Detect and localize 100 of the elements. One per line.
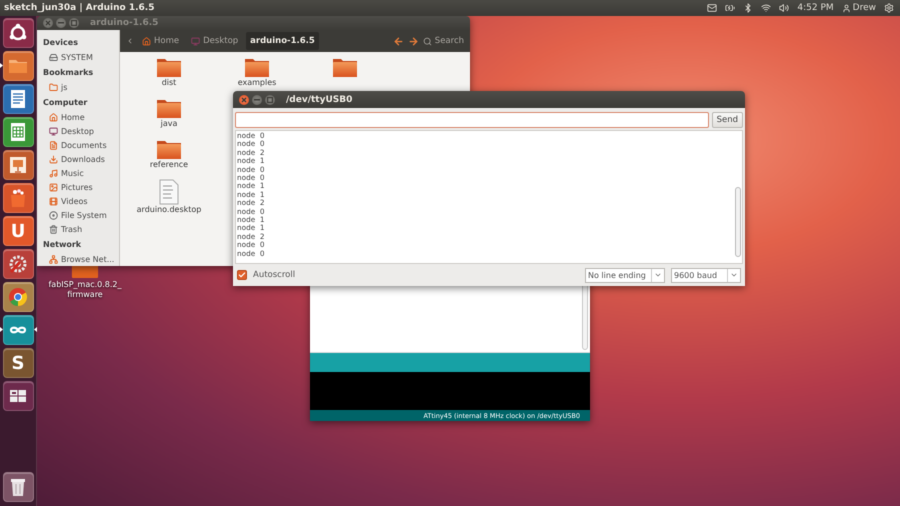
launcher-button[interactable] xyxy=(2,150,34,180)
folder-icon xyxy=(156,56,182,78)
launcher-button[interactable] xyxy=(2,315,34,345)
message-input[interactable] xyxy=(235,112,709,128)
sidebar-heading: Computer xyxy=(43,96,88,109)
home-icon xyxy=(49,112,58,122)
line-ending-dropdown[interactable]: No line ending xyxy=(585,268,665,282)
sidebar-item[interactable]: Documents xyxy=(43,138,119,152)
forward-arrow-icon[interactable] xyxy=(408,36,419,46)
sidebar-heading: Network xyxy=(43,238,82,250)
text-file-icon xyxy=(159,179,179,205)
sidebar-heading: Devices xyxy=(43,36,79,48)
send-button[interactable]: Send xyxy=(712,112,743,128)
desktop-icon-label[interactable]: fabISP_mac.0.8.2_ firmware xyxy=(45,280,125,300)
maximize-button[interactable] xyxy=(265,94,275,104)
sidebar-item[interactable]: Browse Net... xyxy=(43,252,119,266)
clock[interactable]: 4:52 PM xyxy=(797,3,834,13)
minimize-button[interactable] xyxy=(56,18,66,28)
scrollbar-thumb[interactable] xyxy=(735,187,741,257)
close-button[interactable] xyxy=(239,94,249,104)
folder-icon xyxy=(49,82,58,92)
battery-icon[interactable] xyxy=(725,3,736,13)
film-icon xyxy=(49,196,58,206)
close-icon xyxy=(241,96,247,102)
square-icon xyxy=(267,96,273,102)
download-icon xyxy=(49,154,58,164)
window-title: arduino-1.6.5 xyxy=(90,18,158,28)
sidebar-item[interactable]: Trash xyxy=(43,222,119,236)
caret-icon xyxy=(730,271,738,279)
launcher-button[interactable] xyxy=(2,249,34,279)
launcher-button[interactable] xyxy=(2,381,34,411)
sidebar-item[interactable]: Downloads xyxy=(43,152,119,166)
bluetooth-icon[interactable] xyxy=(743,3,754,13)
sidebar-item[interactable]: Music xyxy=(43,166,119,180)
folder-icon xyxy=(69,266,101,278)
window-title: /dev/ttyUSB0 xyxy=(286,94,352,104)
launcher-button[interactable] xyxy=(2,84,34,114)
sidebar-item[interactable]: js xyxy=(43,80,119,94)
sidebar-item[interactable]: Videos xyxy=(43,194,119,208)
mail-icon[interactable] xyxy=(707,3,718,13)
baud-rate-dropdown[interactable]: 9600 baud xyxy=(671,268,741,282)
file-name[interactable]: java xyxy=(160,119,178,128)
file-name[interactable]: reference xyxy=(150,160,188,169)
path-button[interactable]: Desktop xyxy=(187,32,242,50)
autoscroll-checkbox[interactable] xyxy=(237,270,247,280)
drive-icon xyxy=(49,52,58,62)
folder-icon xyxy=(244,56,270,78)
minimize-button[interactable] xyxy=(252,94,262,104)
user-icon[interactable] xyxy=(842,4,851,12)
launcher-button[interactable] xyxy=(2,282,34,312)
launcher-button[interactable] xyxy=(2,18,34,48)
disc-icon xyxy=(49,210,58,220)
checkbox-label: Autoscroll xyxy=(253,270,296,280)
search-button[interactable]: Search xyxy=(422,36,464,46)
document-icon xyxy=(49,140,58,150)
image-icon xyxy=(49,182,58,192)
check-icon xyxy=(238,271,246,279)
folder-icon xyxy=(332,56,358,78)
window-title: sketch_jun30a | Arduino 1.6.5 xyxy=(4,3,154,13)
monitor-icon xyxy=(191,36,200,46)
user-name[interactable]: Drew xyxy=(852,3,876,13)
sidebar-item[interactable]: File System xyxy=(43,208,119,222)
minus-icon xyxy=(58,22,64,24)
monitor-icon xyxy=(49,126,58,136)
file-name[interactable]: arduino.desktop xyxy=(136,205,202,214)
launcher-button[interactable] xyxy=(2,117,34,147)
maximize-button[interactable] xyxy=(69,18,79,28)
music-icon xyxy=(49,168,58,178)
sidebar-heading: Bookmarks xyxy=(43,66,94,78)
close-button[interactable] xyxy=(43,18,53,28)
launcher-button[interactable]: U xyxy=(2,216,34,246)
sidebar-item[interactable]: Desktop xyxy=(43,124,119,138)
search-icon xyxy=(422,36,432,46)
launcher-button[interactable] xyxy=(2,472,34,502)
trash-icon xyxy=(49,224,58,234)
file-name[interactable]: examples xyxy=(238,78,276,87)
home-icon xyxy=(142,36,151,46)
launcher-button[interactable]: S xyxy=(2,348,34,378)
sidebar-item[interactable]: Home xyxy=(43,110,119,124)
back-arrow-icon[interactable] xyxy=(392,36,404,46)
gear-icon xyxy=(7,253,29,275)
sidebar-item[interactable]: SYSTEM xyxy=(43,50,119,64)
folder-icon xyxy=(156,97,182,119)
sidebar-item[interactable]: Pictures xyxy=(43,180,119,194)
path-button[interactable]: Home xyxy=(138,32,184,50)
network-icon xyxy=(49,254,58,264)
presentation-icon xyxy=(7,154,29,176)
minus-icon xyxy=(254,98,260,100)
file-name[interactable]: dist xyxy=(162,78,176,87)
launcher-button[interactable] xyxy=(2,51,34,81)
path-button[interactable]: arduino-1.6.5 xyxy=(246,32,319,50)
square-icon xyxy=(71,20,77,26)
chevron-left-icon[interactable] xyxy=(126,37,134,45)
volume-icon[interactable] xyxy=(779,3,790,13)
wifi-icon[interactable] xyxy=(761,3,772,13)
launcher-button[interactable] xyxy=(2,183,34,213)
caret-icon xyxy=(654,271,662,279)
browser-logo-icon xyxy=(7,286,29,308)
settings-icon[interactable] xyxy=(884,3,894,13)
folder-icon xyxy=(156,138,182,160)
